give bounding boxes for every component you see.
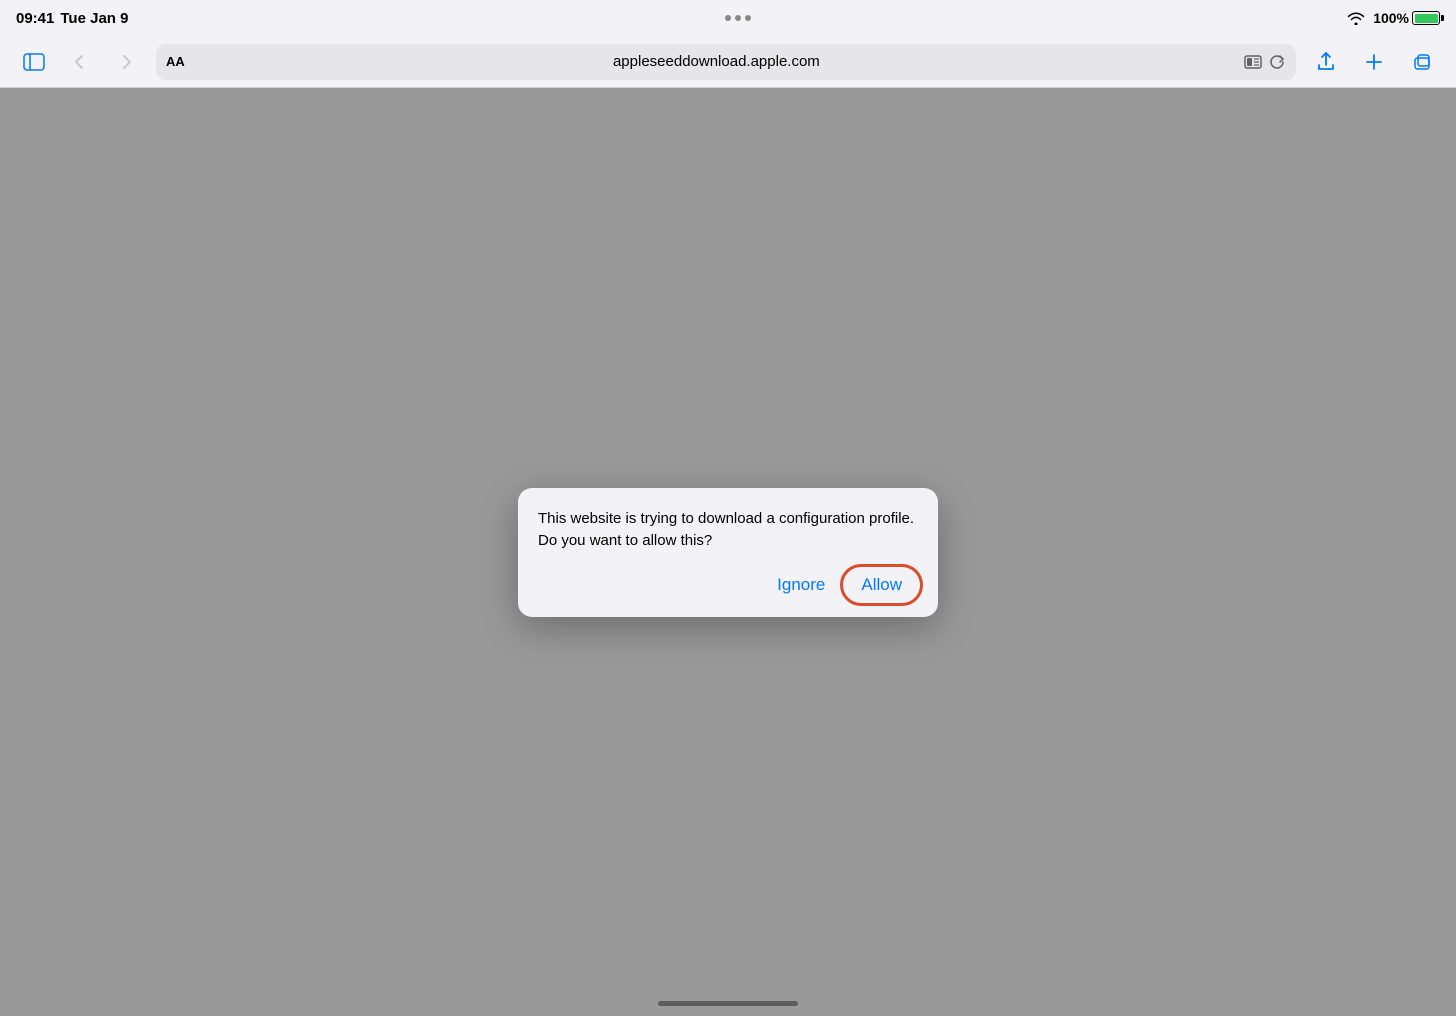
status-bar-left: 09:41 Tue Jan 9 (16, 10, 128, 27)
time-label: 09:41 (16, 10, 54, 27)
share-button[interactable] (1308, 44, 1344, 80)
battery-fill (1415, 14, 1438, 23)
tabs-button[interactable] (1404, 44, 1440, 80)
aa-label: AA (166, 54, 185, 69)
main-content: This website is trying to download a con… (0, 88, 1456, 1016)
forward-button[interactable] (108, 44, 144, 80)
battery-icon (1412, 11, 1440, 25)
toolbar-right (1308, 44, 1440, 80)
url-label: appleseeddownload.apple.com (195, 53, 1238, 70)
new-tab-button[interactable] (1356, 44, 1392, 80)
allow-button[interactable]: Allow (845, 569, 918, 601)
address-bar-icons (1244, 53, 1286, 71)
status-bar: 09:41 Tue Jan 9 100% (0, 0, 1456, 36)
home-indicator (658, 1001, 798, 1006)
status-bar-center (725, 15, 751, 21)
ignore-button[interactable]: Ignore (765, 569, 837, 601)
dialog-overlay: This website is trying to download a con… (0, 88, 1456, 1016)
status-bar-right: 100% (1347, 10, 1440, 26)
sidebar-toggle-button[interactable] (16, 44, 52, 80)
dialog-message: This website is trying to download a con… (538, 508, 918, 553)
status-dot-2 (735, 15, 741, 21)
wifi-icon (1347, 11, 1365, 25)
date-label: Tue Jan 9 (60, 10, 128, 27)
address-bar[interactable]: AA appleseeddownload.apple.com (156, 44, 1296, 80)
battery-container: 100% (1373, 10, 1440, 26)
reader-view-icon[interactable] (1244, 53, 1262, 71)
back-button[interactable] (62, 44, 98, 80)
battery-percent-label: 100% (1373, 10, 1409, 26)
dialog: This website is trying to download a con… (518, 488, 938, 617)
dialog-buttons: Ignore Allow (538, 569, 918, 601)
status-dot-3 (745, 15, 751, 21)
browser-toolbar: AA appleseeddownload.apple.com (0, 36, 1456, 88)
reload-icon[interactable] (1268, 53, 1286, 71)
status-dot-1 (725, 15, 731, 21)
toolbar-left (16, 44, 144, 80)
